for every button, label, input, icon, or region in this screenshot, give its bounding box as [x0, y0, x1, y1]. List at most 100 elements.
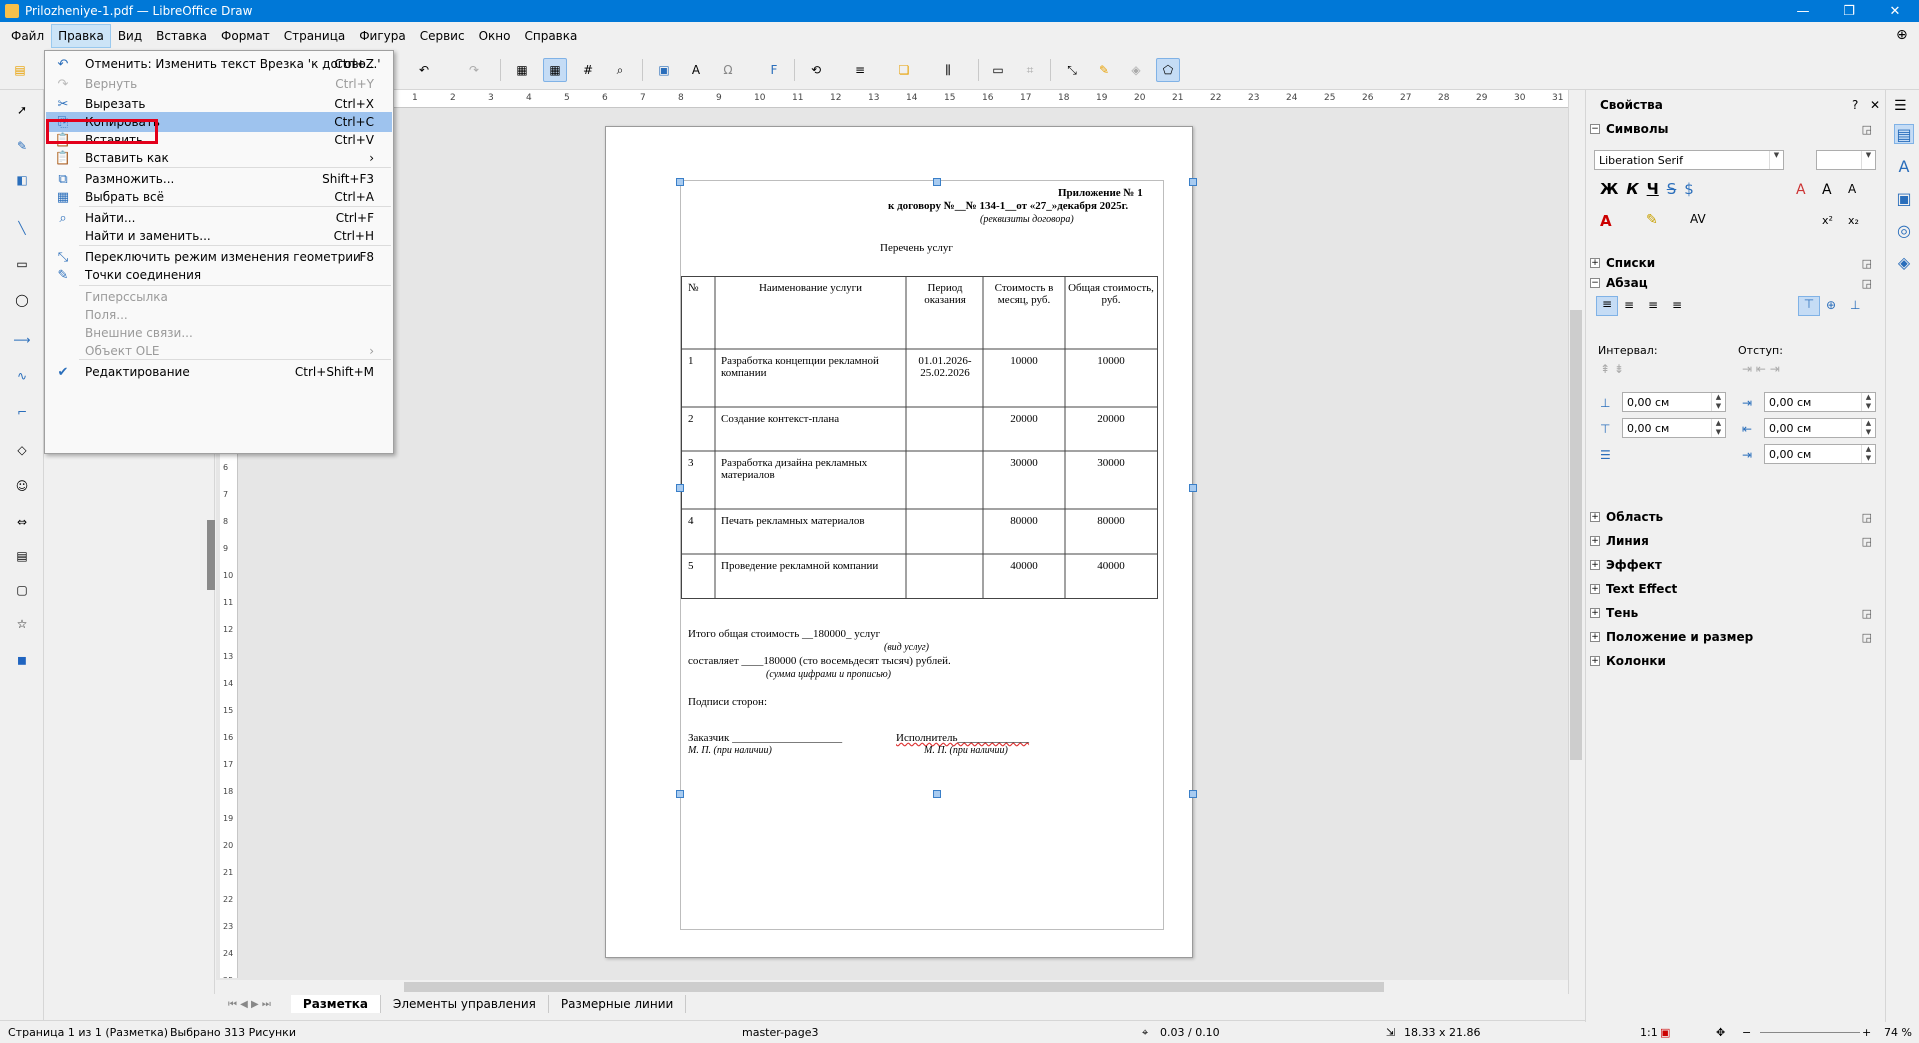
selection-handle[interactable]	[933, 790, 941, 798]
show-draw-functions-icon[interactable]: ⬠	[1156, 58, 1180, 82]
align-middle-icon[interactable]: ⊕	[1826, 298, 1836, 312]
before-indent-field[interactable]: 0,00 см ▲ ▼	[1764, 392, 1876, 412]
menu-help[interactable]: Справка	[517, 24, 584, 48]
select-arrow-icon[interactable]: ➚	[6, 96, 38, 124]
line-spacing-icon[interactable]: ☰	[1600, 448, 1611, 462]
menu-item-14[interactable]: Внешние связи...	[46, 323, 392, 343]
menu-item-6[interactable]: ⧉ Размножить... Shift+F3	[46, 169, 392, 189]
selection-handle[interactable]	[1189, 484, 1197, 492]
menu-item-12[interactable]: Гиперссылка	[46, 287, 392, 307]
insert-image-icon[interactable]: ▣	[652, 58, 676, 82]
align-icon[interactable]: ≡	[848, 58, 872, 82]
menu-file[interactable]: Файл	[4, 24, 51, 48]
callouts-icon[interactable]: ▢	[6, 576, 38, 604]
globe-icon[interactable]: ⊕	[1896, 27, 1908, 43]
new-document-icon[interactable]: ▤	[8, 58, 32, 82]
menu-tools[interactable]: Сервис	[413, 24, 472, 48]
shrink-font-icon[interactable]: A	[1848, 182, 1856, 196]
menu-item-9[interactable]: Найти и заменить... Ctrl+H	[46, 226, 392, 246]
shapes-deck-icon[interactable]: ◈	[1894, 252, 1914, 272]
sidebar-help-button[interactable]: ?	[1852, 98, 1858, 112]
distribute-icon[interactable]: ⫼	[936, 58, 960, 82]
align-bottom-icon[interactable]: ⊥	[1850, 298, 1860, 312]
bold-button[interactable]: Ж	[1600, 180, 1618, 198]
menu-view[interactable]: Вид	[111, 24, 149, 48]
menu-item-2[interactable]: ✂ Вырезать Ctrl+X	[46, 94, 392, 114]
fill-color-icon[interactable]: ◧	[6, 166, 38, 194]
snap-grid-icon[interactable]: #	[576, 58, 600, 82]
rectangle-tool-icon[interactable]: ▭	[6, 250, 38, 278]
underline-button[interactable]: Ч	[1647, 180, 1659, 198]
helplines-icon[interactable]: ▦	[543, 58, 567, 82]
align-top-icon[interactable]: ⊤	[1798, 296, 1820, 316]
vertical-scroll-thumb[interactable]	[1570, 310, 1582, 760]
increase-indent-icon[interactable]: ⇥ ⇤ ⇥	[1742, 362, 1780, 376]
minimize-button[interactable]: —	[1780, 0, 1826, 22]
italic-button[interactable]: К	[1626, 180, 1638, 198]
section-text-effect[interactable]: + Text Effect	[1590, 578, 1876, 600]
below-spacing-field[interactable]: 0,00 см ▲ ▼	[1622, 418, 1726, 438]
menu-item-10[interactable]: ⤡ Переключить режим изменения геометрии F8	[46, 247, 392, 267]
zoom-out-icon[interactable]: −	[1742, 1026, 1751, 1039]
selection-handle[interactable]	[1189, 790, 1197, 798]
line-arrow-tool-icon[interactable]: ⟶	[6, 326, 38, 354]
menu-edit[interactable]: Правка	[51, 24, 111, 48]
insert-textbox-icon[interactable]: A	[684, 58, 708, 82]
section-position-size[interactable]: + Положение и размер ◲	[1590, 626, 1876, 648]
tab-controls[interactable]: Элементы управления	[381, 995, 549, 1013]
align-left-icon[interactable]: ≡	[1596, 296, 1618, 316]
menu-item-16[interactable]: ✔ Редактирование Ctrl+Shift+M	[46, 362, 392, 382]
flowchart-icon[interactable]: ▤	[6, 542, 38, 570]
menu-item-7[interactable]: ▦ Выбрать всё Ctrl+A	[46, 187, 392, 207]
selection-handle[interactable]	[676, 790, 684, 798]
curve-tool-icon[interactable]: ∿	[6, 362, 38, 390]
section-area[interactable]: + Область ◲	[1590, 506, 1876, 528]
section-lists[interactable]: + Списки ◲	[1590, 252, 1876, 274]
font-name-field[interactable]: Liberation Serif ▼	[1594, 150, 1784, 170]
symbol-shapes-icon[interactable]: ☺	[6, 472, 38, 500]
tab-layout[interactable]: Разметка	[290, 995, 381, 1013]
font-color-icon[interactable]: A	[1600, 212, 1612, 230]
menu-item-0[interactable]: ↶ Отменить: Изменить текст Врезка 'к дого…	[46, 54, 392, 74]
selection-handle[interactable]	[676, 178, 684, 186]
zoom-icon[interactable]: ⌕	[608, 58, 632, 82]
crop-icon[interactable]: ⌗	[1018, 58, 1042, 82]
shadow-text-button[interactable]: $	[1684, 180, 1694, 198]
section-shadow[interactable]: + Тень ◲	[1590, 602, 1876, 624]
transform-icon[interactable]: ⟲	[804, 58, 828, 82]
tab-nav-arrows-icon[interactable]: ⏮ ◀ ▶ ⏭	[228, 999, 271, 1010]
fit-page-icon[interactable]: ✥	[1716, 1026, 1725, 1039]
character-spacing-icon[interactable]: AV	[1690, 212, 1706, 226]
redo-icon[interactable]: ↷	[462, 58, 486, 82]
horizontal-scroll-thumb[interactable]	[404, 982, 1384, 992]
styles-deck-icon[interactable]: A	[1894, 156, 1914, 176]
fontwork-icon[interactable]: F	[762, 58, 786, 82]
shadow-icon[interactable]: ▭	[986, 58, 1010, 82]
line-color-icon[interactable]: ✎	[6, 132, 38, 160]
menu-window[interactable]: Окно	[472, 24, 518, 48]
section-effect[interactable]: + Эффект	[1590, 554, 1876, 576]
save-status-icon[interactable]: ▣	[1660, 1026, 1670, 1039]
first-line-indent-field[interactable]: 0,00 см ▲ ▼	[1764, 444, 1876, 464]
menu-format[interactable]: Формат	[214, 24, 277, 48]
selection-handle[interactable]	[933, 178, 941, 186]
basic-shapes-icon[interactable]: ◇	[6, 436, 38, 464]
section-columns[interactable]: + Колонки	[1590, 650, 1876, 672]
section-paragraph[interactable]: − Абзац ◲	[1590, 272, 1876, 294]
menu-item-15[interactable]: Объект OLE ›	[46, 341, 392, 361]
align-center-icon[interactable]: ≡	[1624, 298, 1634, 312]
line-tool-icon[interactable]: ╲	[6, 214, 38, 242]
sidebar-close-button[interactable]: ✕	[1870, 98, 1880, 112]
ellipse-tool-icon[interactable]: ◯	[6, 286, 38, 314]
close-window-button[interactable]: ✕	[1872, 0, 1918, 22]
align-right-icon[interactable]: ≡	[1648, 298, 1658, 312]
menu-item-1[interactable]: ↷ Вернуть Ctrl+Y	[46, 74, 392, 94]
menu-insert[interactable]: Вставка	[149, 24, 214, 48]
tab-dimension-lines[interactable]: Размерные линии	[549, 995, 687, 1013]
toggle-extrusion-icon[interactable]: ◈	[1124, 58, 1148, 82]
grid-icon[interactable]: ▦	[510, 58, 534, 82]
zoom-in-icon[interactable]: +	[1862, 1026, 1871, 1039]
font-size-field[interactable]: ▼	[1816, 150, 1876, 170]
selection-handle[interactable]	[1189, 178, 1197, 186]
section-characters[interactable]: − Символы ◲	[1590, 118, 1876, 140]
